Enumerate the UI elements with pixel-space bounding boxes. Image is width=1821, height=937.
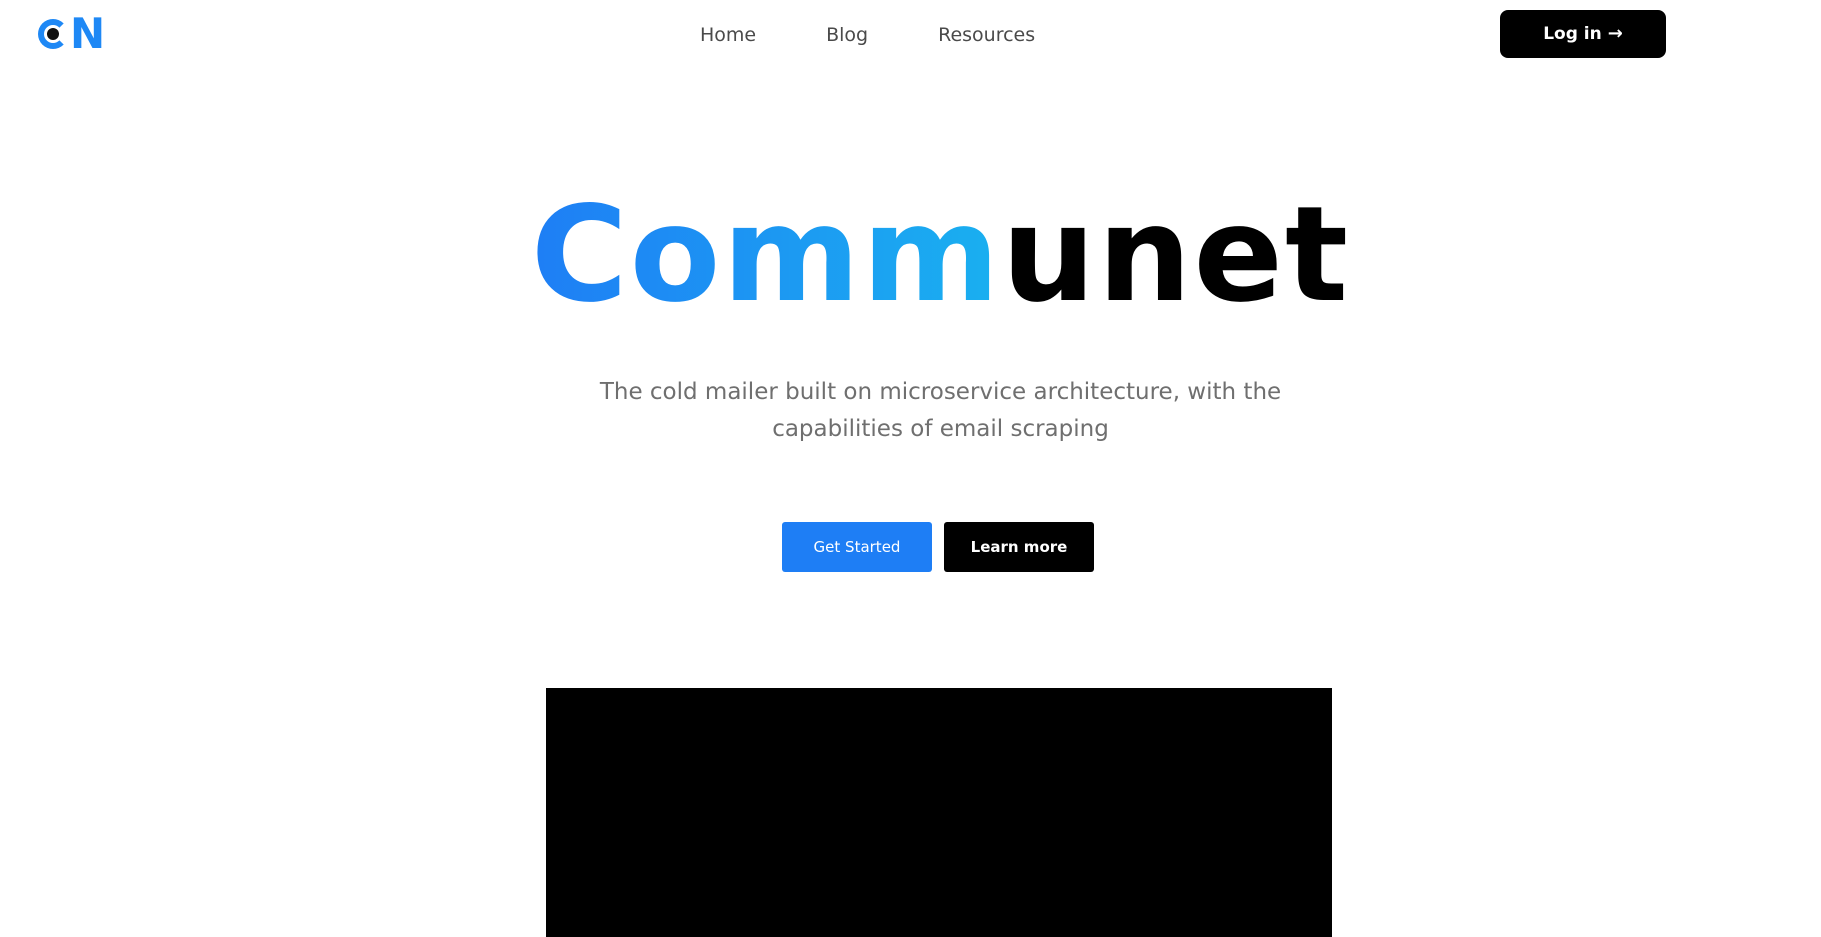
main-nav: Home Blog Resources [700,20,1035,50]
learn-more-button[interactable]: Learn more [944,522,1094,572]
get-started-button[interactable]: Get Started [782,522,932,572]
hero-title-black: unet [1001,178,1351,332]
hero-media-placeholder [546,688,1332,937]
arrow-right-icon: → [1607,23,1623,44]
hero-subtitle-line-1: The cold mailer built on microservice ar… [599,379,1282,405]
nav-blog[interactable]: Blog [826,20,868,50]
nav-home[interactable]: Home [700,20,756,50]
cta-row: Get Started Learn more [782,522,1094,572]
login-button[interactable]: Log in → [1500,10,1666,58]
page: N Home Blog Resources Log in → Communet … [0,0,1821,937]
logo-mark-icon [36,14,70,54]
hero-title-blue: Comm [530,178,1002,332]
hero-title: Communet [0,180,1821,330]
hero-subtitle-line-2: capabilities of email scraping [772,416,1109,442]
login-label: Log in [1543,24,1602,44]
logo-link[interactable]: N [36,9,105,58]
logo-dot [47,28,59,40]
logo-letter-n: N [70,9,105,58]
hero-subtitle: The cold mailer built on microservice ar… [0,374,1821,448]
nav-resources[interactable]: Resources [938,20,1035,50]
